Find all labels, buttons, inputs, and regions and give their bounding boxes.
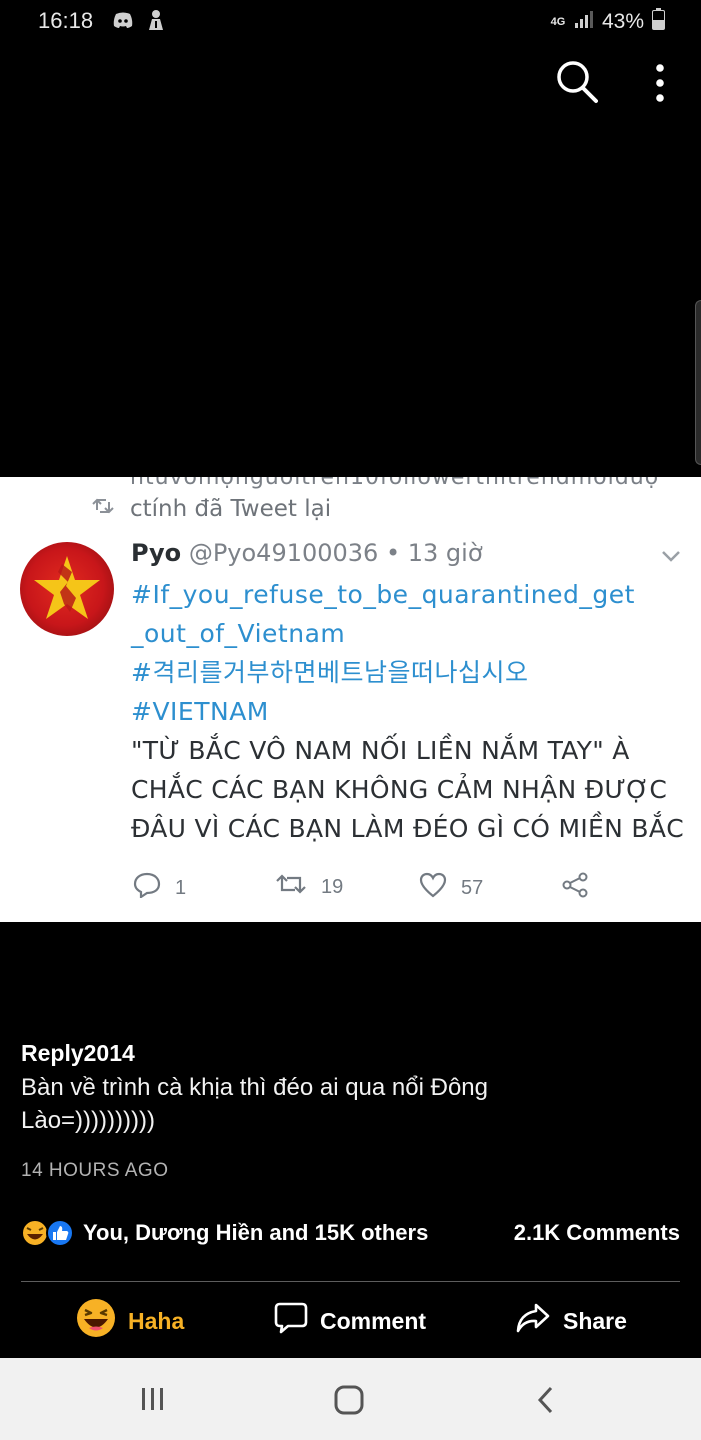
action-bar: Haha Comment Share: [0, 1296, 701, 1346]
retweet-icon: [275, 872, 307, 902]
navigation-bar: [0, 1358, 701, 1440]
tweet-cut-off-text: ntuvomọngươitrên10followerthìtrendmoiđượ: [130, 477, 660, 490]
signal-icon: [574, 10, 594, 34]
share-arrow-icon: [515, 1301, 551, 1341]
tweet-line: _out_of_Vietnam: [131, 619, 346, 648]
back-icon[interactable]: [536, 1386, 554, 1419]
reaction-icons: [20, 1218, 78, 1248]
share-label: Share: [563, 1307, 627, 1334]
divider: [21, 1281, 680, 1282]
scroll-handle[interactable]: [695, 300, 701, 465]
tweet-reply: 1: [133, 872, 186, 904]
reaction-summary[interactable]: You, Dương Hiền and 15K others: [83, 1220, 428, 1246]
tweet-author-name: Pyo: [131, 539, 182, 567]
network-type: 4G: [550, 16, 566, 28]
share-button[interactable]: Share: [515, 1296, 627, 1346]
reactions-row[interactable]: You, Dương Hiền and 15K others 2.1K Comm…: [20, 1216, 680, 1250]
battery-level: 43%: [601, 10, 644, 33]
tweet-body: #If_you_refuse_to_be_quarantined_get _ou…: [131, 575, 691, 848]
tweet-line: CHẮC CÁC BẠN KHÔNG CẢM NHẬN ĐƯỢC: [131, 775, 668, 804]
comments-count[interactable]: 2.1K Comments: [514, 1220, 680, 1246]
status-bar: 16:18 4G 43%: [0, 0, 701, 42]
heart-icon: [419, 872, 447, 904]
post-timestamp: 14 HOURS AGO: [21, 1160, 169, 1181]
tweet-meta: @Pyo49100036 • 13 giờ: [188, 539, 483, 567]
avatar: [20, 542, 114, 636]
status-time: 16:18: [38, 8, 94, 33]
tweet-share: [561, 872, 589, 904]
comment-icon: [274, 1301, 308, 1341]
tweet-actions: 1 19 57: [131, 872, 601, 902]
retweet-text: ctính đã Tweet lại: [130, 496, 332, 522]
haha-label: Haha: [128, 1307, 185, 1334]
status-indicators: 4G 43%: [550, 8, 665, 36]
more-vertical-icon[interactable]: [652, 64, 668, 107]
comment-label: Comment: [320, 1307, 427, 1334]
reply-icon: [133, 872, 161, 904]
tweet-line: #If_you_refuse_to_be_quarantined_get: [131, 580, 635, 609]
comment-button[interactable]: Comment: [274, 1296, 426, 1346]
app-notification-icon: [146, 9, 166, 36]
discord-icon: [112, 11, 134, 34]
battery-icon: [652, 8, 665, 36]
tweet-header: Pyo @Pyo49100036 • 13 giờ: [131, 539, 483, 567]
chevron-down-icon: [661, 549, 681, 567]
share-nodes-icon: [561, 872, 589, 904]
post-text: Bàn về trình cà khịa thì đéo ai qua nổi …: [21, 1074, 488, 1134]
post-caption: Reply2014 Bàn về trình cà khịa thì đéo a…: [21, 1040, 681, 1137]
tweet-line: ĐÂU VÌ CÁC BẠN LÀM ĐÉO GÌ CÓ MIỀN BẮC: [131, 814, 685, 843]
haha-icon: [76, 1298, 116, 1344]
haha-button[interactable]: Haha: [76, 1296, 184, 1346]
recent-apps-icon[interactable]: [140, 1386, 166, 1417]
like-count: 57: [461, 876, 484, 899]
tweet-retweet: 19: [275, 872, 343, 902]
tweet-like: 57: [419, 872, 483, 904]
home-icon[interactable]: [334, 1385, 364, 1420]
post-author[interactable]: Reply2014: [21, 1040, 681, 1067]
tweet-line: #VIETNAM: [131, 697, 269, 726]
retweet-icon: [92, 497, 114, 515]
photo-tweet-screenshot[interactable]: ntuvomọngươitrên10followerthìtrendmoiđượ…: [0, 477, 701, 922]
tweet-line: #격리를거부하면베트남을떠나십시오: [131, 658, 529, 687]
tweet-line: "TỪ BẮC VÔ NAM NỐI LIỀN NẮM TAY" À: [131, 736, 630, 765]
reply-count: 1: [175, 876, 187, 899]
search-icon[interactable]: [556, 60, 598, 109]
retweet-count: 19: [321, 875, 344, 898]
